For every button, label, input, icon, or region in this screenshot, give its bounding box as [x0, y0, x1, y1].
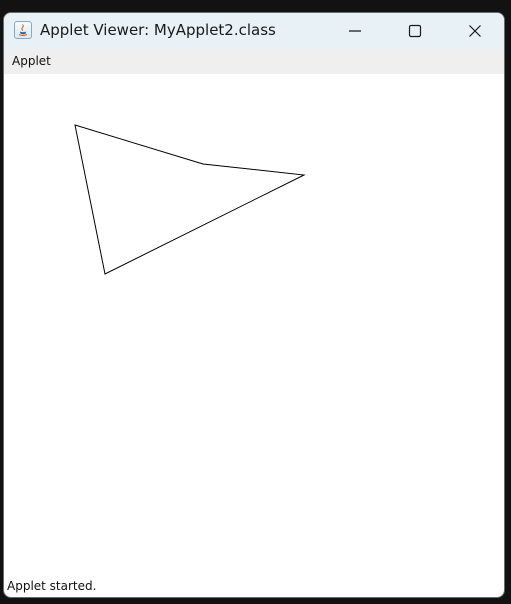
maximize-icon	[408, 24, 422, 38]
minimize-button[interactable]	[326, 13, 384, 49]
applet-drawing	[74, 124, 306, 275]
applet-canvas[interactable]	[4, 74, 504, 575]
menu-applet[interactable]: Applet	[12, 54, 51, 68]
window-title: Applet Viewer: MyApplet2.class	[40, 21, 276, 39]
maximize-button[interactable]	[386, 13, 444, 49]
status-text: Applet started.	[7, 579, 97, 593]
close-button[interactable]	[446, 13, 504, 49]
close-icon	[469, 25, 481, 37]
java-icon	[14, 21, 32, 39]
title-bar[interactable]: Applet Viewer: MyApplet2.class	[4, 13, 504, 49]
menu-bar: Applet	[4, 49, 504, 74]
drawn-polygon	[74, 124, 306, 275]
applet-viewer-window: Applet Viewer: MyApplet2.class Applet Ap…	[3, 12, 505, 598]
minimize-icon	[349, 30, 361, 32]
